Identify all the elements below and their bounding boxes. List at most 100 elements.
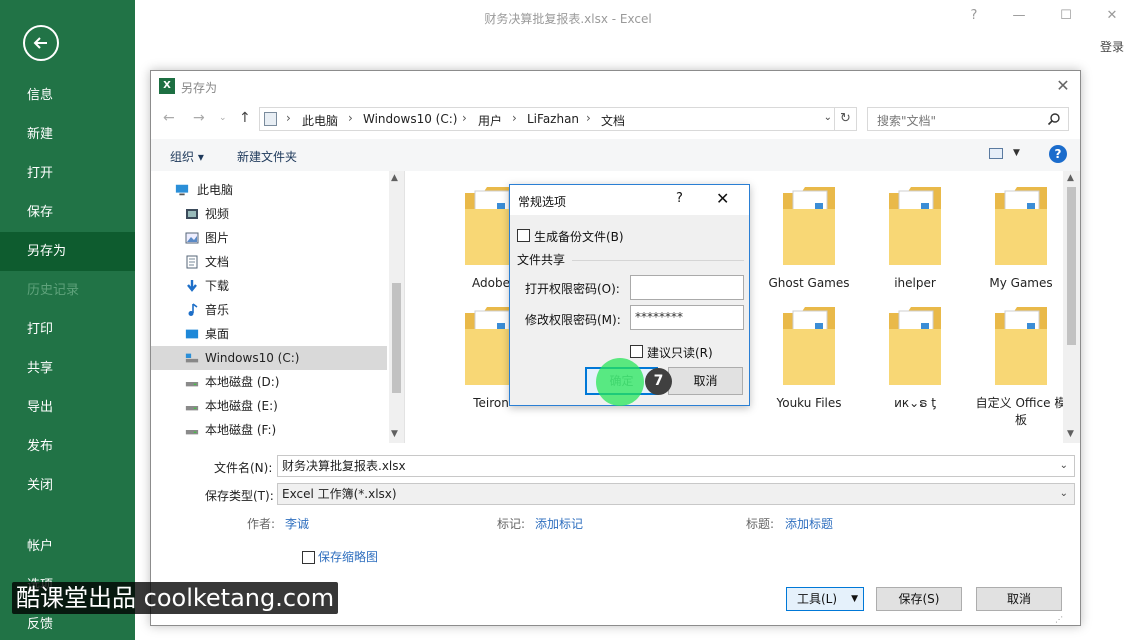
help-icon[interactable]: ? xyxy=(964,8,984,23)
options-titlebar: 常规选项 ? ✕ xyxy=(510,185,749,215)
backup-label[interactable]: 生成备份文件(B) xyxy=(534,228,624,245)
filename-input[interactable]: 财务决算批复报表.xlsx ⌄ xyxy=(277,455,1075,477)
nav-share[interactable]: 共享 xyxy=(0,349,135,388)
breadcrumb-documents[interactable]: 文档 xyxy=(601,112,625,129)
tree-item-desktop[interactable]: 桌面 xyxy=(151,322,387,346)
tree-item-drive-f[interactable]: 本地磁盘 (F:) xyxy=(151,418,387,442)
save-thumbnail-checkbox[interactable] xyxy=(302,551,315,564)
tree-item-pictures[interactable]: 图片 xyxy=(151,226,387,250)
nav-close[interactable]: 关闭 xyxy=(0,466,135,505)
desktop-icon xyxy=(185,329,199,339)
options-help-icon[interactable]: ? xyxy=(676,191,683,206)
search-box[interactable]: 搜索"文档" xyxy=(867,107,1069,131)
scroll-down-icon[interactable]: ▼ xyxy=(391,429,398,439)
nav-info[interactable]: 信息 xyxy=(0,76,135,115)
breadcrumb-separator[interactable]: › xyxy=(586,111,591,125)
breadcrumb-separator[interactable]: › xyxy=(462,111,467,125)
resize-grip-icon[interactable]: ⋰ xyxy=(1055,615,1063,624)
backup-checkbox[interactable] xyxy=(517,229,530,242)
tree-item-drive-d[interactable]: 本地磁盘 (D:) xyxy=(151,370,387,394)
breadcrumb-this-pc[interactable]: 此电脑 xyxy=(302,112,338,129)
nav-open[interactable]: 打开 xyxy=(0,154,135,193)
dialog-help-icon[interactable]: ? xyxy=(1049,145,1067,163)
nav-publish[interactable]: 发布 xyxy=(0,427,135,466)
breadcrumb-user[interactable]: LiFazhan xyxy=(527,112,579,126)
back-nav-icon[interactable]: ← xyxy=(163,110,175,126)
breadcrumb-drive-c[interactable]: Windows10 (C:) xyxy=(363,112,457,126)
organize-menu[interactable]: 组织 ▾ xyxy=(170,148,204,165)
save-thumbnail-label[interactable]: 保存缩略图 xyxy=(318,548,378,565)
scroll-up-icon[interactable]: ▲ xyxy=(391,173,398,183)
modify-password-input[interactable]: ******** xyxy=(630,305,744,330)
readonly-label[interactable]: 建议只读(R) xyxy=(647,344,713,361)
navigation-row: ← → ⌄ ↑ › 此电脑 › Windows10 (C:) › 用户 › Li… xyxy=(151,105,1080,133)
cancel-button[interactable]: 取消 xyxy=(976,587,1062,611)
breadcrumb-separator[interactable]: › xyxy=(348,111,353,125)
save-as-close-icon[interactable]: ✕ xyxy=(1052,75,1074,97)
refresh-icon[interactable]: ↻ xyxy=(834,108,856,130)
tree-label: 本地磁盘 (E:) xyxy=(205,399,278,413)
new-folder-button[interactable]: 新建文件夹 xyxy=(237,148,297,165)
folder-item[interactable]: ик⌄ຣ ƫ xyxy=(867,303,963,421)
folder-item[interactable]: Ghost Games xyxy=(761,183,857,301)
filetype-select[interactable]: Excel 工作簿(*.xlsx) ⌄ xyxy=(277,483,1075,505)
folder-item[interactable]: My Games xyxy=(973,183,1069,301)
file-scroll-thumb[interactable] xyxy=(1067,187,1076,345)
back-arrow-icon xyxy=(33,37,47,49)
save-button[interactable]: 保存(S) xyxy=(876,587,962,611)
recent-dropdown-icon[interactable]: ⌄ xyxy=(219,113,227,123)
nav-export[interactable]: 导出 xyxy=(0,388,135,427)
folder-item[interactable]: 自定义 Office 模板 xyxy=(973,303,1069,427)
options-cancel-button[interactable]: 取消 xyxy=(668,367,743,395)
tree-item-music[interactable]: 音乐 xyxy=(151,298,387,322)
tree-item-drive-e[interactable]: 本地磁盘 (E:) xyxy=(151,394,387,418)
back-button[interactable] xyxy=(23,25,59,61)
close-button[interactable]: ✕ xyxy=(1102,8,1122,23)
up-nav-icon[interactable]: ↑ xyxy=(239,110,251,126)
file-list-scrollbar[interactable]: ▲ ▼ xyxy=(1063,171,1080,443)
tree-item-documents[interactable]: 文档 xyxy=(151,250,387,274)
nav-new[interactable]: 新建 xyxy=(0,115,135,154)
tools-button[interactable]: 工具(L) ▼ xyxy=(786,587,864,611)
tree-scrollbar[interactable]: ▲ ▼ xyxy=(389,171,404,443)
breadcrumb-users[interactable]: 用户 xyxy=(478,112,502,129)
forward-nav-icon[interactable]: → xyxy=(193,110,205,126)
add-subject-link[interactable]: 添加标题 xyxy=(785,515,833,532)
nav-print[interactable]: 打印 xyxy=(0,310,135,349)
tree-item-downloads[interactable]: 下载 xyxy=(151,274,387,298)
folder-name: Youku Files xyxy=(776,396,842,410)
breadcrumb-separator[interactable]: › xyxy=(286,111,291,125)
tree-item-videos[interactable]: 视频 xyxy=(151,202,387,226)
view-dropdown-icon[interactable]: ▼ xyxy=(1013,148,1020,158)
folder-item[interactable]: ihelper xyxy=(867,183,963,301)
nav-save[interactable]: 保存 xyxy=(0,193,135,232)
tree-label: Windows10 (C:) xyxy=(205,351,300,365)
breadcrumb-separator[interactable]: › xyxy=(512,111,517,125)
nav-account[interactable]: 帐户 xyxy=(0,527,135,566)
nav-save-as[interactable]: 另存为 xyxy=(0,232,135,271)
add-tags-link[interactable]: 添加标记 xyxy=(535,515,583,532)
tree-label: 本地磁盘 (F:) xyxy=(205,423,277,437)
author-value[interactable]: 李诚 xyxy=(285,515,309,532)
filename-dropdown-icon[interactable]: ⌄ xyxy=(1060,456,1068,476)
documents-location-icon xyxy=(264,112,277,126)
address-bar[interactable]: › 此电脑 › Windows10 (C:) › 用户 › LiFazhan ›… xyxy=(259,107,857,131)
tree-scroll-thumb[interactable] xyxy=(392,283,401,393)
open-password-input[interactable] xyxy=(630,275,744,300)
subject-label: 标题: xyxy=(746,517,775,531)
tree-item-drive-c[interactable]: Windows10 (C:) xyxy=(151,346,387,370)
options-close-icon[interactable]: ✕ xyxy=(716,189,729,208)
tree-item-this-pc[interactable]: 此电脑 xyxy=(151,178,387,202)
maximize-button[interactable]: ☐ xyxy=(1056,8,1076,23)
download-icon xyxy=(187,280,197,292)
filetype-dropdown-icon[interactable]: ⌄ xyxy=(1060,484,1068,504)
scroll-down-icon[interactable]: ▼ xyxy=(1067,429,1074,439)
address-dropdown-icon[interactable]: ⌄ xyxy=(824,112,832,123)
readonly-checkbox[interactable] xyxy=(630,345,643,358)
view-options-icon[interactable] xyxy=(989,148,1003,159)
folder-item[interactable]: Youku Files xyxy=(761,303,857,421)
nav-history: 历史记录 xyxy=(27,283,80,298)
scroll-up-icon[interactable]: ▲ xyxy=(1067,173,1074,183)
minimize-button[interactable]: — xyxy=(1009,8,1029,23)
signin-link[interactable]: 登录 xyxy=(1100,38,1124,55)
